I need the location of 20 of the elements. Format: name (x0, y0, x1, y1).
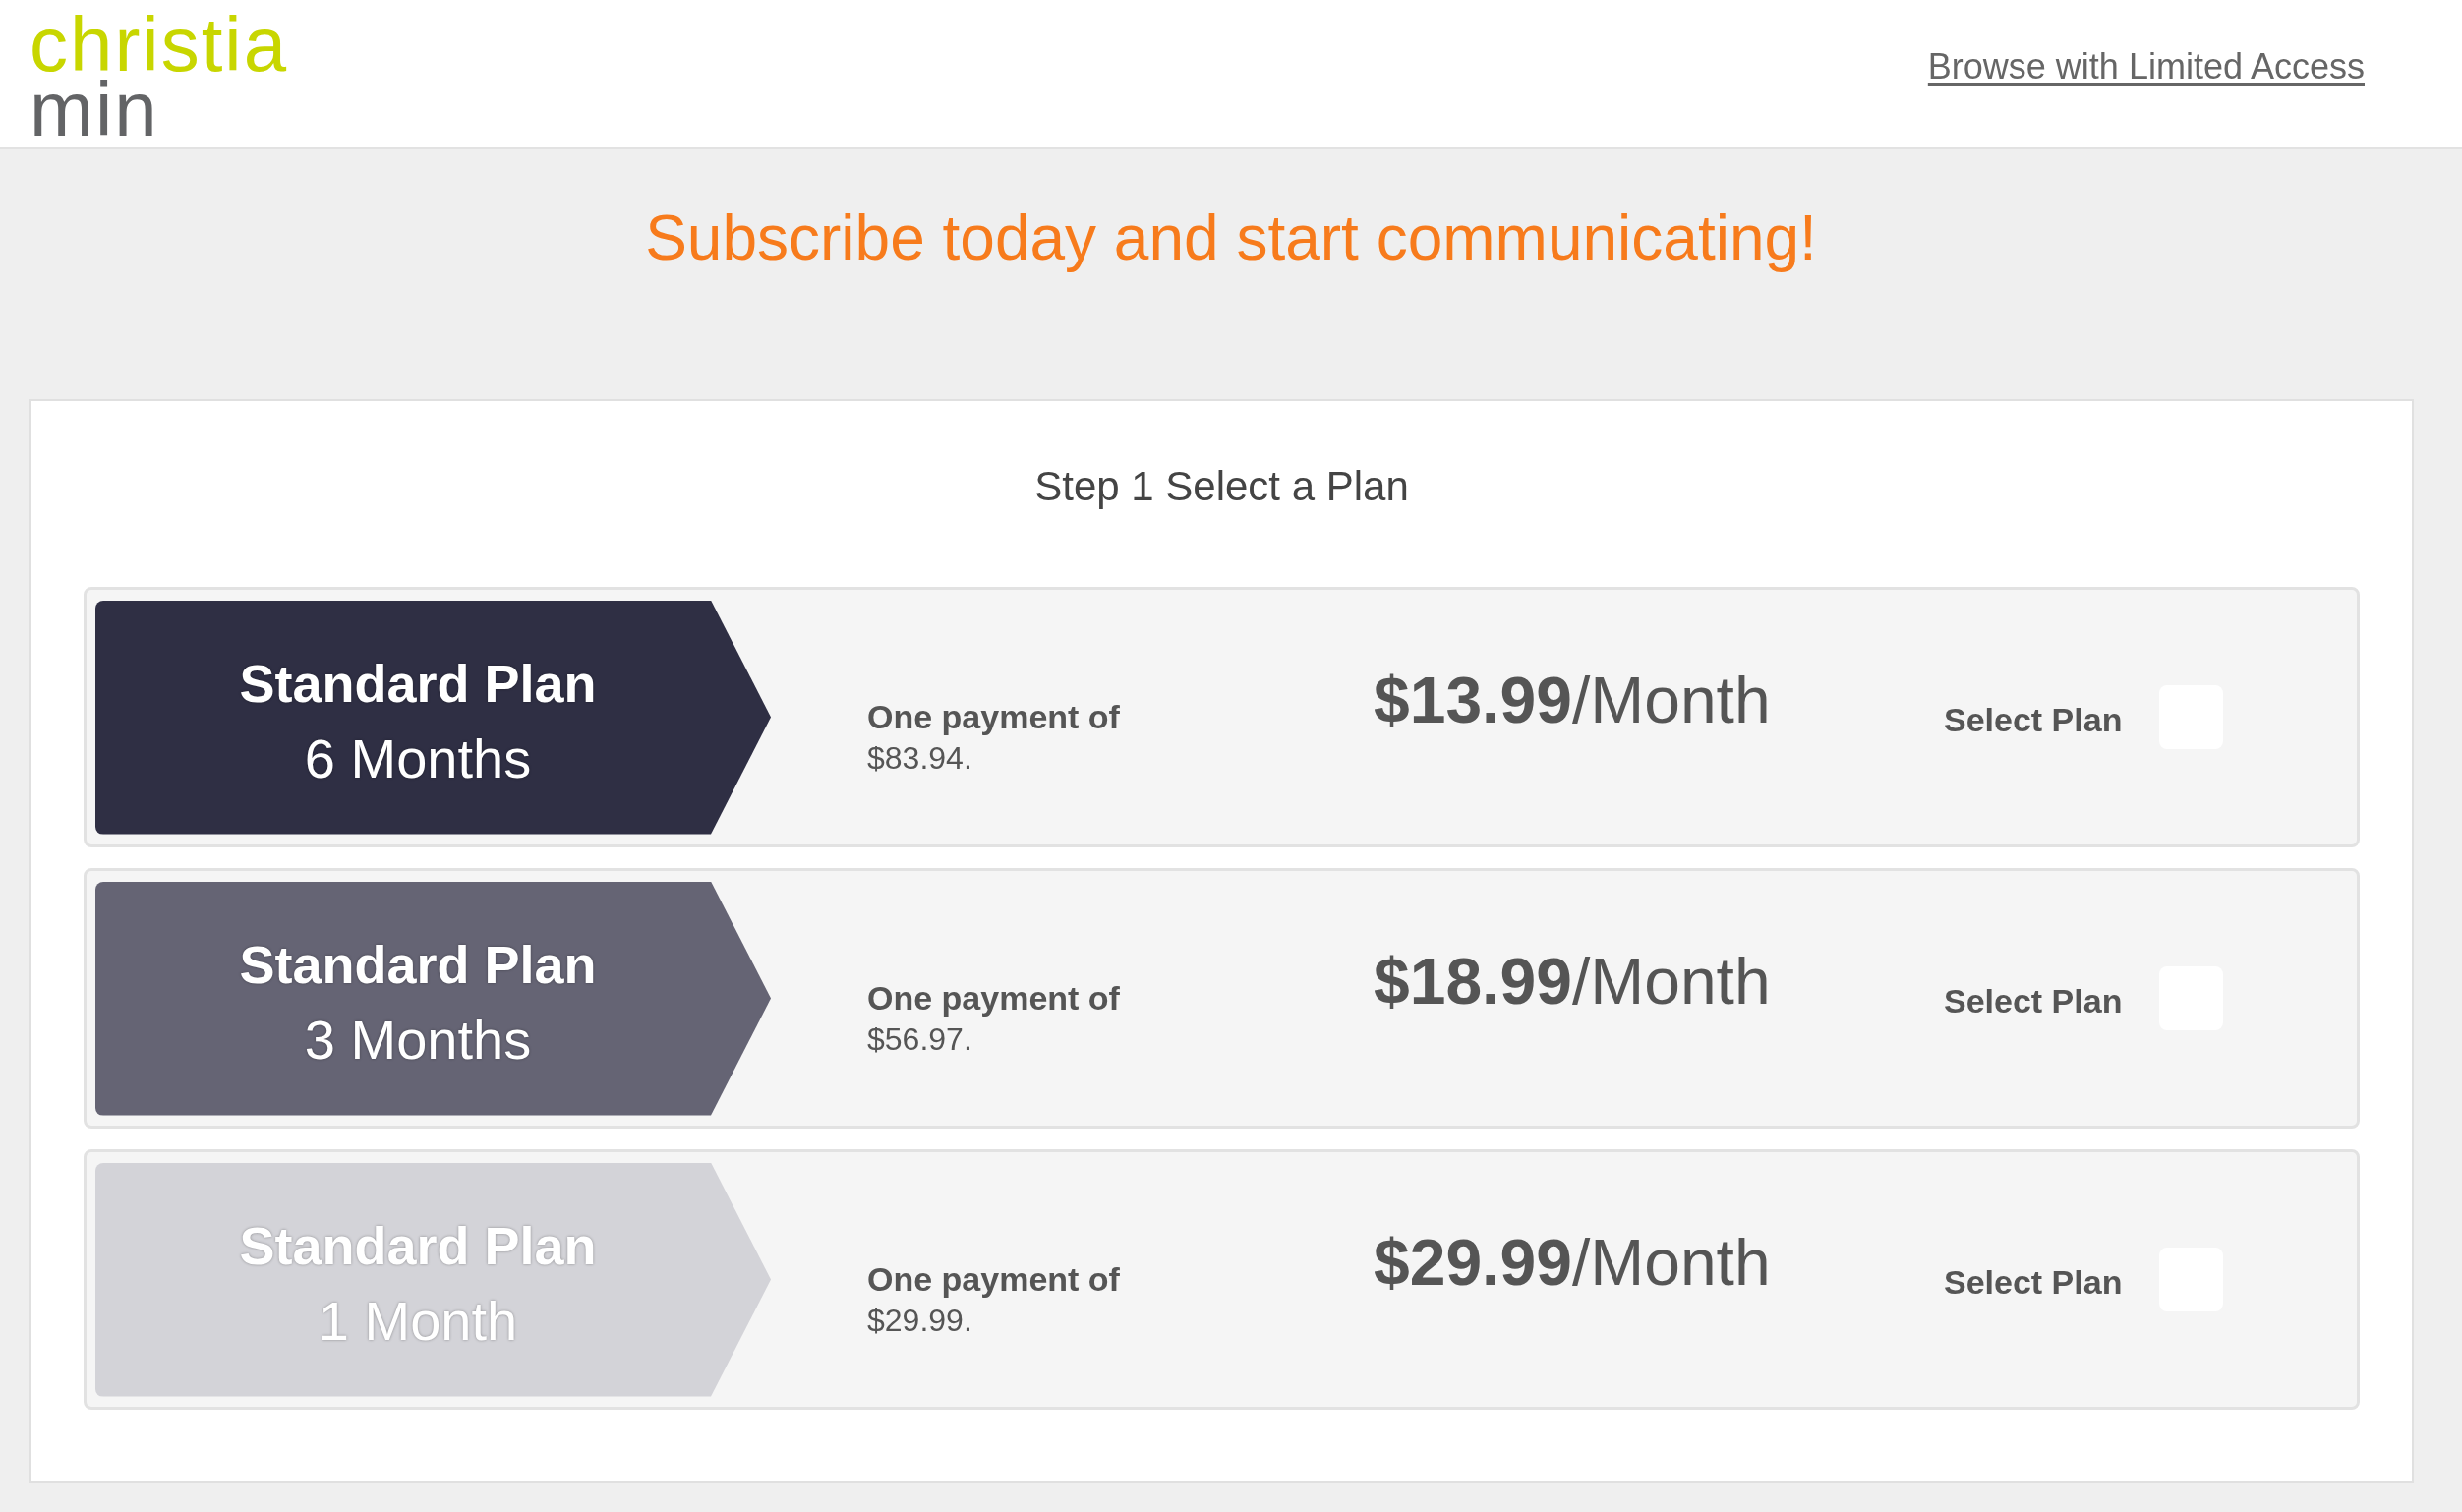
select-plan-label: Select Plan (1944, 983, 2123, 1018)
payment-label: One payment of (867, 697, 1120, 738)
payment-amount: $56.97. (867, 1019, 972, 1059)
select-plan-label: Select Plan (1944, 702, 2123, 736)
logo-text: min (29, 77, 159, 143)
plan-name: Standard Plan (239, 937, 597, 991)
payment-amount: $29.99. (867, 1301, 972, 1340)
step-title: Step 1 Select a Plan (1034, 466, 1409, 507)
monthly-price: $13.99/Month (1374, 667, 1771, 732)
payment-label: One payment of (867, 978, 1120, 1019)
plan-duration: 3 Months (304, 1012, 532, 1068)
select-plan-label: Select Plan (1944, 1264, 2123, 1299)
logo-text: christia (29, 12, 289, 78)
payment-amount: $83.94. (867, 738, 972, 778)
payment-label: One payment of (867, 1259, 1120, 1301)
monthly-price: $18.99/Month (1374, 948, 1771, 1014)
browse-link[interactable]: Browse with Limited Access (1927, 40, 2365, 93)
monthly-price: $29.99/Month (1374, 1229, 1771, 1295)
plan-duration: 6 Months (304, 730, 532, 786)
plan-name: Standard Plan (239, 656, 597, 710)
